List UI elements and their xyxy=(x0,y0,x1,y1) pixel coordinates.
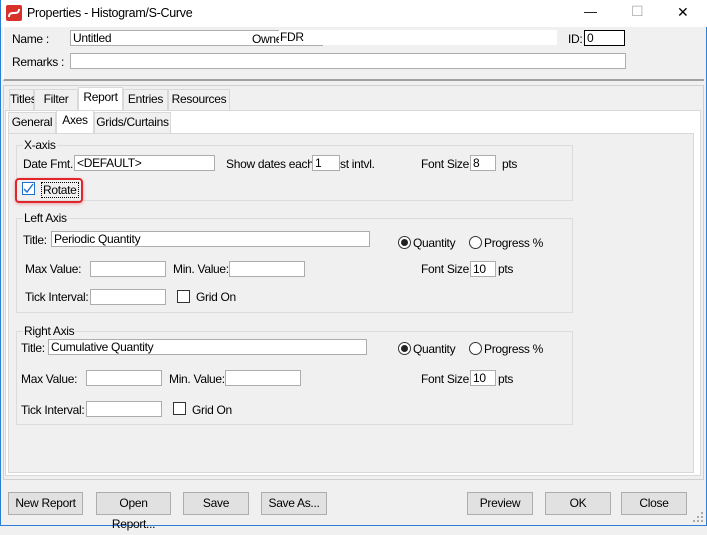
left-max-input[interactable] xyxy=(90,261,166,277)
remarks-label: Remarks : xyxy=(12,55,64,69)
xaxis-pts-label: pts xyxy=(502,157,518,171)
left-quantity-label: Quantity xyxy=(413,236,456,250)
left-progress-label: Progress % xyxy=(484,236,544,250)
xaxis-group xyxy=(16,145,573,201)
left-pts-label: pts xyxy=(498,262,514,276)
left-progress-radio[interactable] xyxy=(469,236,482,249)
right-font-size-label: Font Size: xyxy=(421,372,473,386)
right-tick-label: Tick Interval: xyxy=(21,403,85,417)
show-dates-input[interactable]: 1 xyxy=(312,155,340,171)
right-grid-checkbox[interactable] xyxy=(173,402,186,415)
right-grid-label: Grid On xyxy=(192,403,232,417)
new-report-button[interactable]: New Report xyxy=(8,492,83,515)
date-fmt-input[interactable]: <DEFAULT> xyxy=(74,155,215,171)
rotate-label[interactable]: Rotate xyxy=(41,182,79,198)
right-progress-radio[interactable] xyxy=(469,342,482,355)
right-title-input[interactable]: Cumulative Quantity xyxy=(48,339,367,355)
id-label: ID: xyxy=(568,32,583,46)
minimize-button[interactable]: — xyxy=(584,4,597,19)
left-min-input[interactable] xyxy=(229,261,305,277)
resize-grip-icon[interactable] xyxy=(693,512,705,524)
left-quantity-radio[interactable] xyxy=(398,236,411,249)
right-pts-label: pts xyxy=(498,372,514,386)
show-dates-label: Show dates each xyxy=(226,157,314,171)
name-label: Name : xyxy=(12,32,49,46)
subtab-axes[interactable]: Axes xyxy=(56,110,94,133)
tab-resources[interactable]: Resources xyxy=(168,89,230,110)
save-button[interactable]: Save xyxy=(183,492,249,515)
remarks-input[interactable] xyxy=(70,53,626,69)
left-axis-legend: Left Axis xyxy=(23,211,68,225)
date-fmt-label: Date Fmt.: xyxy=(23,157,77,171)
right-min-label: Min. Value: xyxy=(169,372,225,386)
xaxis-font-size-label: Font Size: xyxy=(421,157,473,171)
xaxis-font-size-input[interactable]: 8 xyxy=(470,155,496,171)
right-progress-label: Progress % xyxy=(484,342,544,356)
close-window-button[interactable]: ✕ xyxy=(677,4,689,21)
tab-filter[interactable]: Filter xyxy=(34,89,78,110)
left-font-size-label: Font Size: xyxy=(421,262,473,276)
properties-window: Properties - Histogram/S-Curve — ☐ ✕ Nam… xyxy=(0,0,707,531)
left-min-label: Min. Value: xyxy=(173,262,229,276)
close-button[interactable]: Close xyxy=(621,492,687,515)
right-min-input[interactable] xyxy=(225,370,301,386)
tab-report[interactable]: Report xyxy=(78,87,123,110)
ok-button[interactable]: OK xyxy=(545,492,611,515)
right-axis-legend: Right Axis xyxy=(23,324,76,338)
maximize-button[interactable]: ☐ xyxy=(631,3,644,20)
left-tick-input[interactable] xyxy=(90,289,166,305)
right-quantity-label: Quantity xyxy=(413,342,456,356)
left-grid-label: Grid On xyxy=(196,290,236,304)
right-font-size-input[interactable]: 10 xyxy=(470,370,496,386)
subtab-general[interactable]: General xyxy=(8,112,56,133)
intvl-label: st intvl. xyxy=(340,157,375,171)
left-tick-label: Tick Interval: xyxy=(25,290,89,304)
open-report-button[interactable]: Open Report... xyxy=(96,492,171,531)
preview-button[interactable]: Preview xyxy=(467,492,533,515)
window-title: Properties - Histogram/S-Curve xyxy=(27,6,193,20)
right-max-label: Max Value: xyxy=(21,372,78,386)
left-title-input[interactable]: Periodic Quantity xyxy=(51,231,370,247)
title-bar: Properties - Histogram/S-Curve — ☐ ✕ xyxy=(1,0,707,27)
xaxis-legend: X-axis xyxy=(23,138,57,152)
right-title-label: Title: xyxy=(21,341,45,355)
save-as-button[interactable]: Save As... xyxy=(261,492,327,515)
tab-titles[interactable]: Titles xyxy=(9,89,37,110)
app-logo-icon xyxy=(6,5,22,21)
left-title-label: Title: xyxy=(23,233,47,247)
left-max-label: Max Value: xyxy=(25,262,82,276)
left-font-size-input[interactable]: 10 xyxy=(470,261,496,277)
right-quantity-radio[interactable] xyxy=(398,342,411,355)
subtab-grids-curtains[interactable]: Grids/Curtains xyxy=(94,112,171,133)
right-tick-input[interactable] xyxy=(86,401,162,417)
owner-value: FDR xyxy=(279,30,557,45)
left-grid-checkbox[interactable] xyxy=(177,290,190,303)
rotate-checkbox[interactable] xyxy=(22,182,35,195)
right-max-input[interactable] xyxy=(86,370,162,386)
tab-entries[interactable]: Entries xyxy=(123,89,168,110)
id-input[interactable]: 0 xyxy=(584,30,625,46)
